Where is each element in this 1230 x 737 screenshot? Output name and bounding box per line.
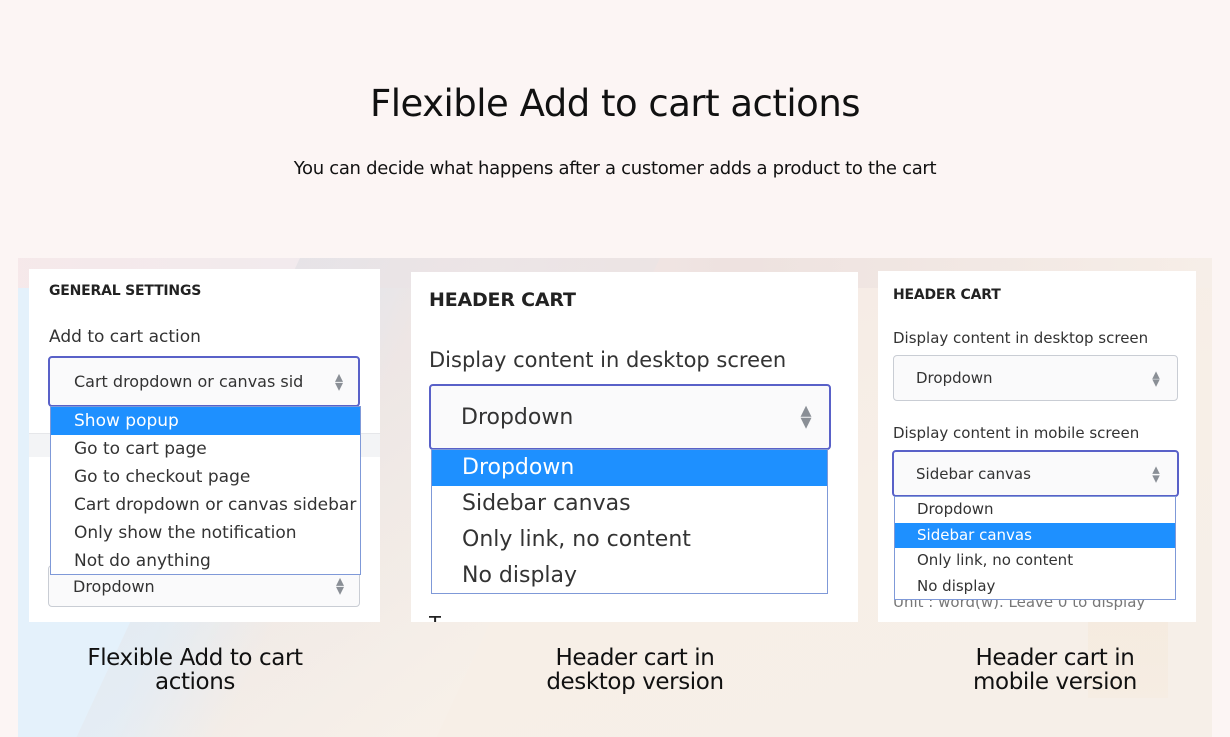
updown-arrows-icon: ▴ ▾ xyxy=(800,397,812,435)
updown-arrows-icon: ▴ ▾ xyxy=(334,366,344,395)
add-to-cart-action-options: Show popup Go to cart page Go to checkou… xyxy=(50,406,361,575)
select-value: Dropdown xyxy=(461,404,574,430)
caption-line: Flexible Add to cart xyxy=(87,645,303,671)
desktop-display-label: Display content in desktop screen xyxy=(429,348,787,372)
updown-arrows-icon: ▴ ▾ xyxy=(1152,364,1160,391)
option-dropdown[interactable]: Dropdown xyxy=(895,497,1175,523)
header-cart-mobile-panel: HEADER CART Display content in desktop s… xyxy=(878,271,1196,622)
caption-line: Header cart in xyxy=(975,645,1135,671)
hero-title: Flexible Add to cart actions xyxy=(369,82,861,125)
panel-heading: HEADER CART xyxy=(893,287,1001,303)
option-cart-dropdown-or-canvas-sidebar[interactable]: Cart dropdown or canvas sidebar xyxy=(51,491,360,519)
select-value: Cart dropdown or canvas sid xyxy=(74,372,304,391)
caption-line: Header cart in xyxy=(555,645,715,671)
option-go-to-cart-page[interactable]: Go to cart page xyxy=(51,435,360,463)
caption-header-cart-desktop: Header cart in desktop version xyxy=(480,646,790,694)
desktop-display-label: Display content in desktop screen xyxy=(893,329,1149,347)
mobile-display-select[interactable]: Sidebar canvas ▴ ▾ xyxy=(892,450,1179,497)
mobile-display-label: Display content in mobile screen xyxy=(893,424,1140,442)
select-value: Dropdown xyxy=(73,576,155,596)
option-only-link-no-content[interactable]: Only link, no content xyxy=(432,522,827,558)
option-sidebar-canvas[interactable]: Sidebar canvas xyxy=(895,522,1175,548)
option-no-display[interactable]: No display xyxy=(432,558,827,594)
panel-heading: HEADER CART xyxy=(429,289,576,311)
add-to-cart-action-label: Add to cart action xyxy=(49,327,201,347)
caption-add-to-cart-actions: Flexible Add to cart actions xyxy=(40,646,350,694)
hero-subtitle: You can decide what happens after a cust… xyxy=(293,158,937,179)
option-only-link-no-content[interactable]: Only link, no content xyxy=(895,548,1175,574)
option-go-to-checkout-page[interactable]: Go to checkout page xyxy=(51,463,360,491)
option-show-popup[interactable]: Show popup xyxy=(51,407,360,435)
add-to-cart-action-select[interactable]: Cart dropdown or canvas sid ▴ ▾ xyxy=(48,356,360,407)
caption-line: desktop version xyxy=(546,669,724,695)
panel-heading: GENERAL SETTINGS xyxy=(49,283,202,299)
cut-off-label: T xyxy=(429,612,441,622)
general-settings-panel: GENERAL SETTINGS Add to cart action Cart… xyxy=(29,269,380,622)
select-value: Sidebar canvas xyxy=(916,464,1031,483)
option-no-display[interactable]: No display xyxy=(895,574,1175,600)
mobile-display-options: Dropdown Sidebar canvas Only link, no co… xyxy=(894,496,1176,600)
updown-arrows-icon: ▴ ▾ xyxy=(335,571,345,599)
select-value: Dropdown xyxy=(916,369,993,387)
option-not-do-anything[interactable]: Not do anything xyxy=(51,547,360,575)
desktop-display-select[interactable]: Dropdown ▴ ▾ xyxy=(893,355,1178,401)
caption-line: mobile version xyxy=(973,669,1137,695)
caption-header-cart-mobile: Header cart in mobile version xyxy=(900,646,1210,694)
updown-arrows-icon: ▴ ▾ xyxy=(1152,460,1160,487)
header-cart-desktop-panel: HEADER CART Display content in desktop s… xyxy=(411,272,858,622)
option-sidebar-canvas[interactable]: Sidebar canvas xyxy=(432,486,827,522)
option-dropdown[interactable]: Dropdown xyxy=(432,450,827,486)
desktop-display-select[interactable]: Dropdown ▴ ▾ xyxy=(429,384,831,450)
caption-line: actions xyxy=(155,669,235,695)
option-only-show-notification[interactable]: Only show the notification xyxy=(51,519,360,547)
desktop-display-options: Dropdown Sidebar canvas Only link, no co… xyxy=(431,449,828,594)
